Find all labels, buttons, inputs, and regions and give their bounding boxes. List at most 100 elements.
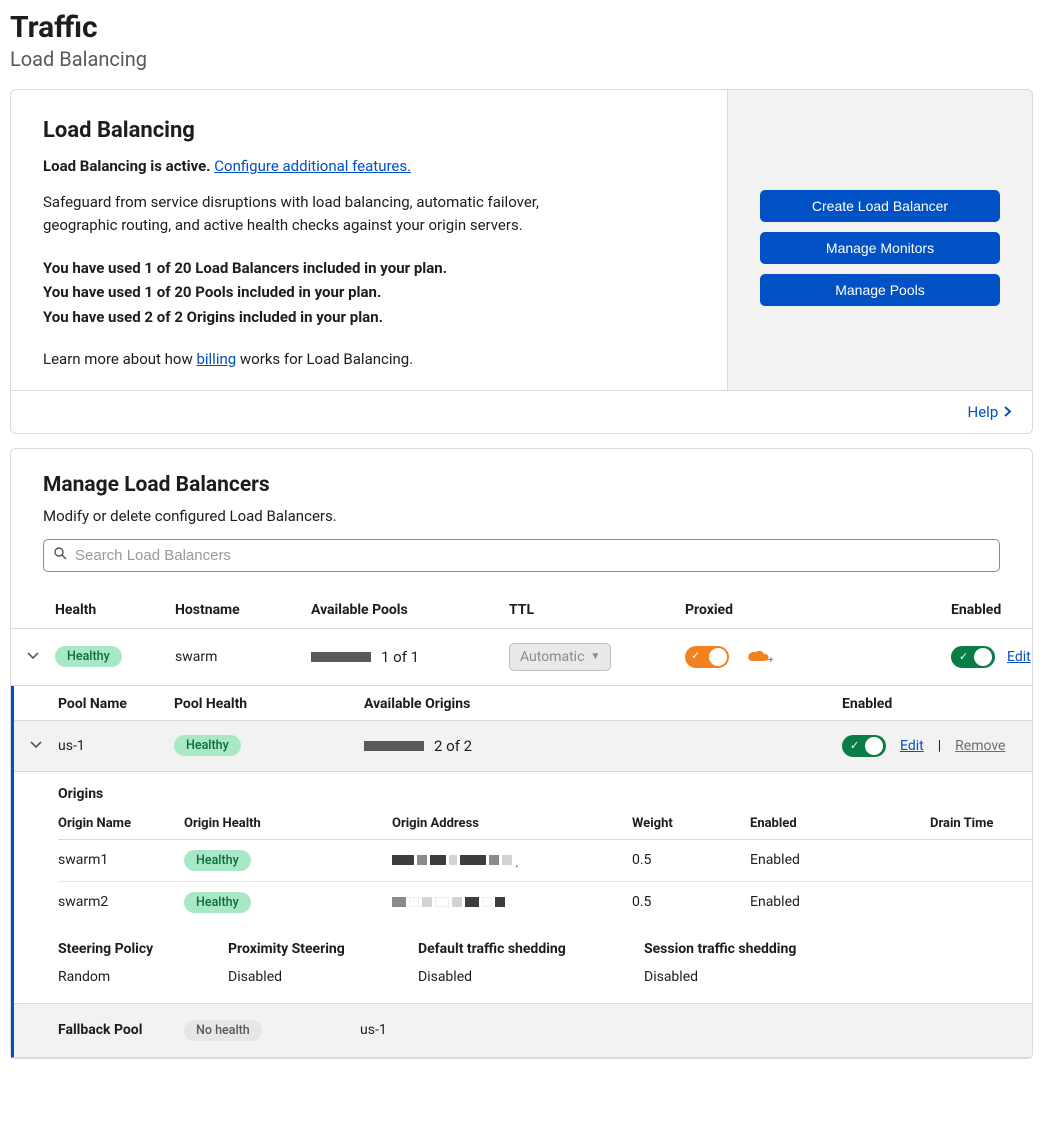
expand-pool-toggle[interactable] bbox=[14, 737, 58, 755]
check-icon: ✓ bbox=[691, 649, 700, 662]
origin-row: swarm2 Healthy 0.5 Enabled bbox=[58, 882, 1032, 923]
col-origin-health: Origin Health bbox=[184, 816, 392, 831]
origins-count: 2 of 2 bbox=[434, 737, 472, 755]
col-health: Health bbox=[55, 602, 175, 618]
enabled-toggle[interactable]: ✓ bbox=[951, 646, 995, 668]
proxied-toggle[interactable]: ✓ bbox=[685, 646, 729, 668]
origin-name: swarm1 bbox=[58, 852, 184, 868]
col-origin-drain: Drain Time bbox=[930, 816, 1032, 831]
origin-address-redacted: . bbox=[392, 855, 632, 865]
origin-enabled: Enabled bbox=[750, 852, 930, 868]
lb-row: Healthy swarm 1 of 1 Automatic ▼ ✓ bbox=[11, 629, 1032, 686]
col-enabled: Enabled bbox=[951, 602, 1032, 618]
remove-pool-link[interactable]: Remove bbox=[955, 738, 1005, 754]
origins-title: Origins bbox=[58, 786, 1032, 802]
origin-enabled: Enabled bbox=[750, 894, 930, 910]
help-label: Help bbox=[968, 403, 999, 421]
pool-row: us-1 Healthy 2 of 2 ✓ Edit | Remove bbox=[14, 721, 1032, 772]
origins-bar-icon bbox=[364, 741, 424, 751]
origins-section: Origins Origin Name Origin Health Origin… bbox=[14, 772, 1032, 923]
manage-heading: Manage Load Balancers bbox=[43, 473, 1000, 497]
origin-name: swarm2 bbox=[58, 894, 184, 910]
check-icon: ✓ bbox=[959, 650, 968, 663]
pool-health-badge: Healthy bbox=[174, 735, 241, 756]
col-origin-name: Origin Name bbox=[58, 816, 184, 831]
fallback-health-badge: No health bbox=[184, 1020, 262, 1041]
col-pool-health: Pool Health bbox=[174, 696, 364, 712]
col-ttl: TTL bbox=[509, 602, 685, 618]
steering-policy-value: Random bbox=[58, 969, 228, 985]
cloud-proxied-icon bbox=[743, 648, 773, 666]
caret-right-icon bbox=[1004, 403, 1012, 421]
check-icon: ✓ bbox=[850, 739, 859, 752]
origin-health-badge: Healthy bbox=[184, 850, 251, 871]
intro-status: Load Balancing is active. Configure addi… bbox=[43, 157, 695, 175]
manage-subtext: Modify or delete configured Load Balance… bbox=[43, 507, 1000, 525]
manage-monitors-button[interactable]: Manage Monitors bbox=[760, 232, 1000, 264]
proximity-value: Disabled bbox=[228, 969, 418, 985]
page-title: Traffic bbox=[10, 10, 1033, 45]
pools-count: 1 of 1 bbox=[381, 648, 419, 666]
hostname-value: swarm bbox=[175, 649, 311, 665]
search-input[interactable] bbox=[73, 546, 989, 565]
manage-pools-button[interactable]: Manage Pools bbox=[760, 274, 1000, 306]
col-pool-enabled: Enabled bbox=[842, 696, 1032, 712]
ttl-select[interactable]: Automatic ▼ bbox=[509, 643, 611, 671]
fallback-pool-row: Fallback Pool No health us-1 bbox=[14, 1003, 1032, 1057]
usage-lb: You have used 1 of 20 Load Balancers inc… bbox=[43, 256, 695, 281]
origin-row: swarm1 Healthy . 0.5 Enabled bbox=[58, 840, 1032, 882]
billing-link[interactable]: billing bbox=[196, 350, 236, 368]
learn-prefix: Learn more about how bbox=[43, 350, 196, 368]
pool-table-header: Pool Name Pool Health Available Origins … bbox=[14, 686, 1032, 721]
chevron-down-icon: ▼ bbox=[590, 651, 600, 662]
col-available-pools: Available Pools bbox=[311, 602, 509, 618]
origin-weight: 0.5 bbox=[632, 852, 750, 868]
col-origin-address: Origin Address bbox=[392, 816, 632, 831]
lb-table-header: Health Hostname Available Pools TTL Prox… bbox=[11, 588, 1032, 629]
ttl-value: Automatic bbox=[520, 649, 584, 665]
intro-description: Safeguard from service disruptions with … bbox=[43, 191, 603, 238]
default-shedding-label: Default traffic shedding bbox=[418, 941, 644, 957]
pools-bar-icon bbox=[311, 652, 371, 662]
edit-pool-link[interactable]: Edit bbox=[900, 738, 924, 754]
default-shedding-value: Disabled bbox=[418, 969, 644, 985]
pool-enabled-toggle[interactable]: ✓ bbox=[842, 735, 886, 757]
proximity-label: Proximity Steering bbox=[228, 941, 418, 957]
col-origin-weight: Weight bbox=[632, 816, 750, 831]
search-wrap[interactable] bbox=[43, 539, 1000, 572]
learn-more: Learn more about how billing works for L… bbox=[43, 350, 695, 368]
learn-suffix: works for Load Balancing. bbox=[236, 350, 413, 368]
session-shedding-label: Session traffic shedding bbox=[644, 941, 1032, 957]
origin-weight: 0.5 bbox=[632, 894, 750, 910]
col-hostname: Hostname bbox=[175, 602, 311, 618]
col-proxied: Proxied bbox=[685, 602, 831, 618]
usage-origins: You have used 2 of 2 Origins included in… bbox=[43, 305, 695, 330]
intro-card: Load Balancing Load Balancing is active.… bbox=[10, 89, 1033, 434]
health-badge: Healthy bbox=[55, 646, 122, 667]
search-icon bbox=[54, 547, 67, 564]
pool-name-value: us-1 bbox=[58, 738, 174, 754]
separator: | bbox=[938, 738, 941, 754]
origin-health-badge: Healthy bbox=[184, 892, 251, 913]
col-available-origins: Available Origins bbox=[364, 696, 842, 712]
manage-card: Manage Load Balancers Modify or delete c… bbox=[10, 448, 1033, 1059]
fallback-label: Fallback Pool bbox=[58, 1022, 184, 1038]
lb-nested-panel: Pool Name Pool Health Available Origins … bbox=[11, 686, 1032, 1058]
steering-section: Steering Policy Proximity Steering Defau… bbox=[14, 923, 1032, 1003]
col-origin-enabled: Enabled bbox=[750, 816, 930, 831]
configure-features-link[interactable]: Configure additional features. bbox=[214, 157, 411, 175]
status-text: Load Balancing is active. bbox=[43, 157, 211, 175]
intro-heading: Load Balancing bbox=[43, 118, 695, 143]
steering-policy-label: Steering Policy bbox=[58, 941, 228, 957]
origin-address-redacted bbox=[392, 897, 632, 907]
edit-lb-link[interactable]: Edit bbox=[1007, 649, 1031, 665]
usage-block: You have used 1 of 20 Load Balancers inc… bbox=[43, 256, 695, 330]
expand-lb-toggle[interactable] bbox=[11, 648, 55, 666]
page-subtitle: Load Balancing bbox=[10, 47, 1033, 71]
usage-pools: You have used 1 of 20 Pools included in … bbox=[43, 280, 695, 305]
session-shedding-value: Disabled bbox=[644, 969, 1032, 985]
origins-table-header: Origin Name Origin Health Origin Address… bbox=[58, 810, 1032, 840]
create-load-balancer-button[interactable]: Create Load Balancer bbox=[760, 190, 1000, 222]
help-toggle[interactable]: Help bbox=[11, 390, 1032, 433]
col-pool-name: Pool Name bbox=[58, 696, 174, 712]
